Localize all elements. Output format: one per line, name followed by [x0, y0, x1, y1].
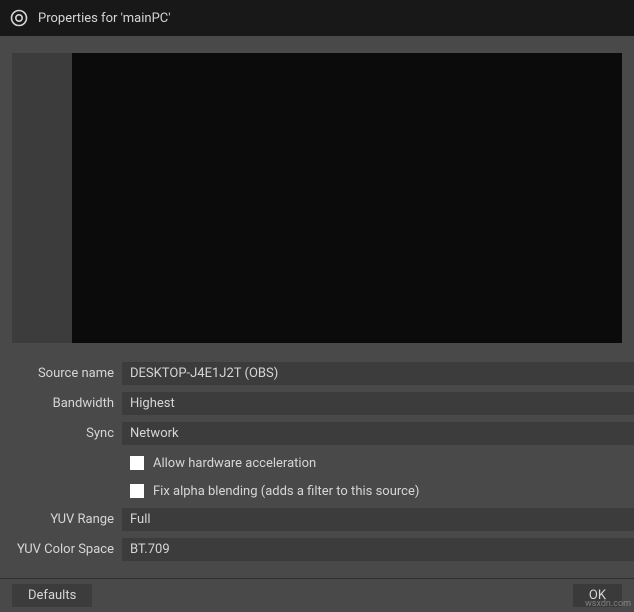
bandwidth-label: Bandwidth	[0, 396, 122, 411]
watermark: wsxdn.com	[585, 599, 631, 609]
yuv-range-select[interactable]: Full	[122, 508, 634, 531]
source-name-row: Source name DESKTOP-J4E1J2T (OBS)	[0, 359, 634, 387]
allow-hw-accel-checkbox[interactable]	[130, 456, 144, 470]
yuv-color-space-row: YUV Color Space BT.709	[0, 535, 634, 563]
preview-area	[12, 53, 622, 343]
source-name-value: DESKTOP-J4E1J2T (OBS)	[130, 366, 278, 381]
yuv-color-space-label: YUV Color Space	[0, 542, 122, 557]
properties-form: Source name DESKTOP-J4E1J2T (OBS) Bandwi…	[0, 351, 634, 563]
fix-alpha-label[interactable]: Fix alpha blending (adds a filter to thi…	[153, 484, 419, 499]
sync-row: Sync Network	[0, 419, 634, 447]
yuv-range-value: Full	[130, 512, 151, 527]
bandwidth-row: Bandwidth Highest	[0, 389, 634, 417]
sync-value: Network	[130, 426, 179, 441]
fix-alpha-checkbox[interactable]	[130, 484, 144, 498]
bandwidth-value: Highest	[130, 396, 175, 411]
allow-hw-accel-row: Allow hardware acceleration	[0, 449, 634, 477]
titlebar: Properties for 'mainPC'	[0, 0, 634, 36]
yuv-range-label: YUV Range	[0, 512, 122, 527]
yuv-color-space-select[interactable]: BT.709	[122, 538, 634, 561]
yuv-color-space-value: BT.709	[130, 542, 170, 557]
app-icon	[10, 9, 28, 27]
source-name-label: Source name	[0, 366, 122, 381]
window-title: Properties for 'mainPC'	[38, 11, 171, 26]
yuv-range-row: YUV Range Full	[0, 505, 634, 533]
allow-hw-accel-label[interactable]: Allow hardware acceleration	[153, 456, 316, 471]
defaults-button[interactable]: Defaults	[12, 584, 92, 607]
dialog-footer: Defaults OK	[0, 578, 634, 612]
sync-select[interactable]: Network	[122, 422, 634, 445]
bandwidth-select[interactable]: Highest	[122, 392, 634, 415]
source-name-select[interactable]: DESKTOP-J4E1J2T (OBS)	[122, 362, 634, 385]
preview-canvas	[72, 53, 622, 343]
preview-sidebar	[12, 53, 72, 343]
fix-alpha-row: Fix alpha blending (adds a filter to thi…	[0, 477, 634, 505]
sync-label: Sync	[0, 426, 122, 441]
